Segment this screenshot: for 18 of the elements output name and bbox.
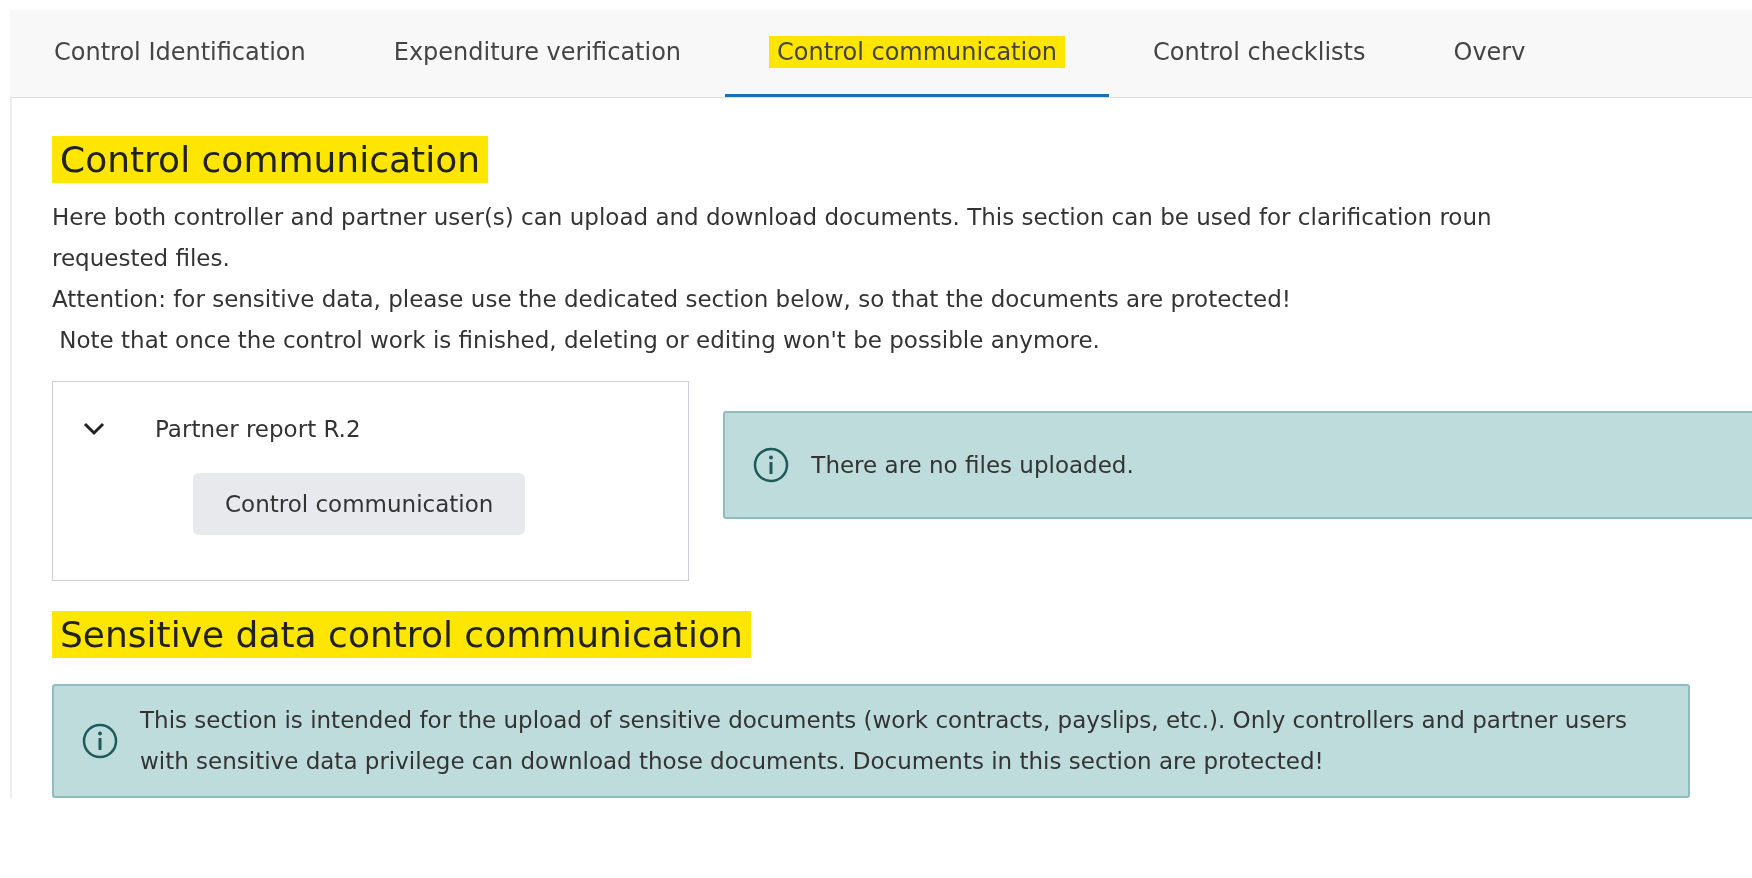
info-icon (82, 723, 118, 760)
tree-item[interactable]: Partner report R.2 (155, 412, 361, 447)
tab[interactable]: Control Identification (10, 10, 350, 97)
section-heading: Control communication (52, 136, 488, 184)
chevron-icon[interactable] (83, 422, 105, 437)
tab[interactable]: Expenditure verification (349, 10, 726, 97)
tab[interactable]: Control checklists (1109, 10, 1410, 97)
info-text: There are no files uploaded. (811, 450, 1134, 480)
description-text: Attention: for sensitive data, please use the dedicated section below, so that the documents are protected! (52, 285, 1292, 315)
description-text: requested files. (52, 244, 231, 274)
tab[interactable]: Overv (1409, 10, 1570, 97)
description-text: Note that once the control work is finished, deleting or editing won't be possible anymore. (58, 326, 1101, 356)
info-icon (753, 447, 790, 484)
description-text: Here both controller and partner user(s) can upload and download documents. This section can be used for clarification roun (52, 203, 1493, 233)
tree-child-button[interactable]: Control communication (193, 472, 526, 536)
tab[interactable]: Control communication (725, 10, 1110, 97)
info-text: This section is intended for the upload of sensitive documents (work contracts, payslips, etc.). Only controllers and partner users with sensitive data privilege can download those documents. Documents in this section are protected! (140, 706, 1628, 777)
section-heading: Sensitive data control communication (52, 611, 751, 659)
